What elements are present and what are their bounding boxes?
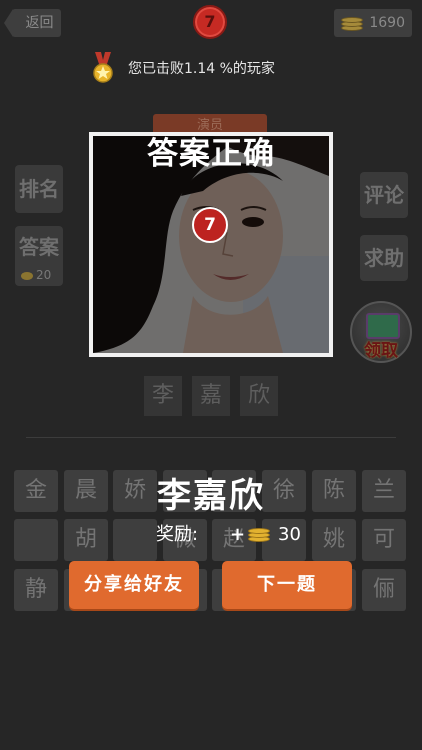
- beat-percentage-text: 您已击败1.14 %的玩家: [128, 61, 275, 77]
- reward-line: 奖励: + 30: [156, 522, 301, 548]
- comment-button[interactable]: 评论: [360, 172, 408, 218]
- answer-slot[interactable]: 嘉: [192, 376, 230, 416]
- coin-icon: [21, 271, 33, 280]
- candidate-char[interactable]: [113, 519, 157, 561]
- candidate-char[interactable]: 俪: [362, 569, 406, 611]
- result-level-badge: 7: [192, 207, 228, 243]
- reveal-answer-label: 答案: [19, 235, 59, 259]
- coin-icon: [341, 15, 363, 31]
- divider: [26, 437, 396, 438]
- answer-slot[interactable]: 李: [144, 376, 182, 416]
- coin-balance[interactable]: 1690: [334, 9, 412, 37]
- back-button[interactable]: 返回: [4, 9, 61, 37]
- reveal-answer-button[interactable]: 答案 20: [15, 226, 63, 286]
- reveal-answer-cost: 20: [21, 268, 51, 282]
- reward-plus: +: [230, 524, 246, 545]
- help-button[interactable]: 求助: [360, 235, 408, 281]
- revealed-answer: 李嘉欣: [157, 476, 265, 516]
- coin-count: 1690: [369, 15, 405, 31]
- reward-amount: 30: [278, 524, 301, 545]
- claim-reward-label: 领取: [364, 341, 398, 361]
- correct-answer-title: 答案正确: [147, 136, 275, 172]
- candidate-char[interactable]: 静: [14, 569, 58, 611]
- candidate-char[interactable]: 姚: [312, 519, 356, 561]
- level-badge: 7: [193, 5, 227, 39]
- medal-icon: [93, 52, 113, 83]
- coin-icon: [248, 526, 270, 542]
- answer-slot[interactable]: 欣: [240, 376, 278, 416]
- game-screen: 返回 7 1690 您已击败1.14 %的玩家 排名 答案 20 评论 求助 领…: [0, 0, 422, 750]
- next-question-button[interactable]: 下一题: [222, 561, 352, 609]
- reward-label: 奖励:: [156, 524, 199, 545]
- claim-reward-button[interactable]: 领取: [350, 301, 412, 363]
- share-button[interactable]: 分享给好友: [69, 561, 199, 609]
- candidate-char[interactable]: 胡: [64, 519, 108, 561]
- candidate-char[interactable]: 可: [362, 519, 406, 561]
- candidate-char[interactable]: [14, 519, 58, 561]
